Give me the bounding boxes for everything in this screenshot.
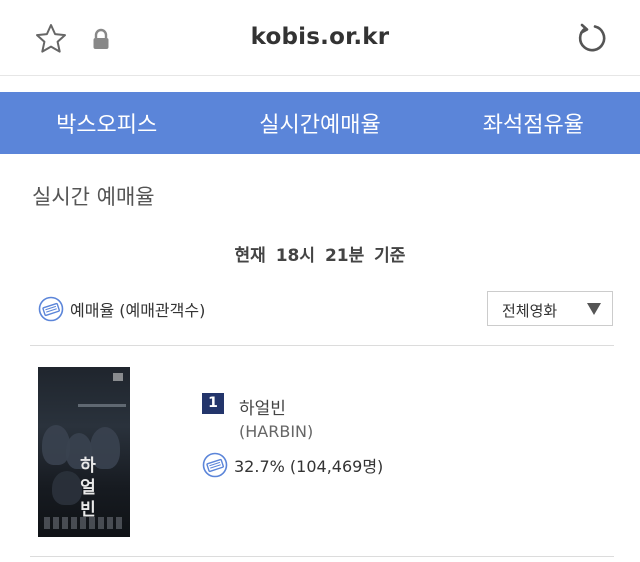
movie-poster[interactable]: 하 얼 빈 xyxy=(38,367,130,537)
rank-badge: 1 xyxy=(202,393,224,414)
main-nav-tabs: 박스오피스 실시간예매율 좌석점유율 xyxy=(0,92,640,154)
reservation-rate-value: 32.7% (104,469명) xyxy=(234,457,384,476)
ticket-icon xyxy=(38,296,64,322)
browser-url-bar: kobis.or.kr xyxy=(0,0,640,76)
divider xyxy=(30,345,614,346)
poster-title: 하 얼 빈 xyxy=(80,456,96,520)
chevron-down-icon xyxy=(587,303,601,315)
url-text[interactable]: kobis.or.kr xyxy=(0,24,640,50)
legend-label: 예매율 (예매관객수) xyxy=(70,301,206,320)
tab-box-office[interactable]: 박스오피스 xyxy=(0,92,213,154)
reservation-rate: 32.7% (104,469명) xyxy=(202,452,383,478)
poster-logo xyxy=(113,373,123,381)
poster-tagline xyxy=(78,404,126,407)
ticket-icon xyxy=(202,452,228,478)
movie-filter-select[interactable]: 전체영화 xyxy=(487,291,613,326)
tab-realtime-reservation[interactable]: 실시간예매율 xyxy=(213,92,426,154)
movie-english-title: (HARBIN) xyxy=(239,422,314,441)
movie-title[interactable]: 하얼빈 xyxy=(239,394,286,419)
poster-credits xyxy=(44,517,124,529)
poster-figure xyxy=(52,471,82,505)
page-title: 실시간 예매율 xyxy=(32,185,155,209)
basis-time: 현재 18시 21분 기준 xyxy=(234,246,406,266)
legend: 예매율 (예매관객수) xyxy=(38,296,205,322)
divider xyxy=(30,556,614,557)
reload-icon[interactable] xyxy=(574,21,608,55)
tab-seat-occupancy[interactable]: 좌석점유율 xyxy=(427,92,640,154)
movie-filter-value: 전체영화 xyxy=(502,302,558,320)
